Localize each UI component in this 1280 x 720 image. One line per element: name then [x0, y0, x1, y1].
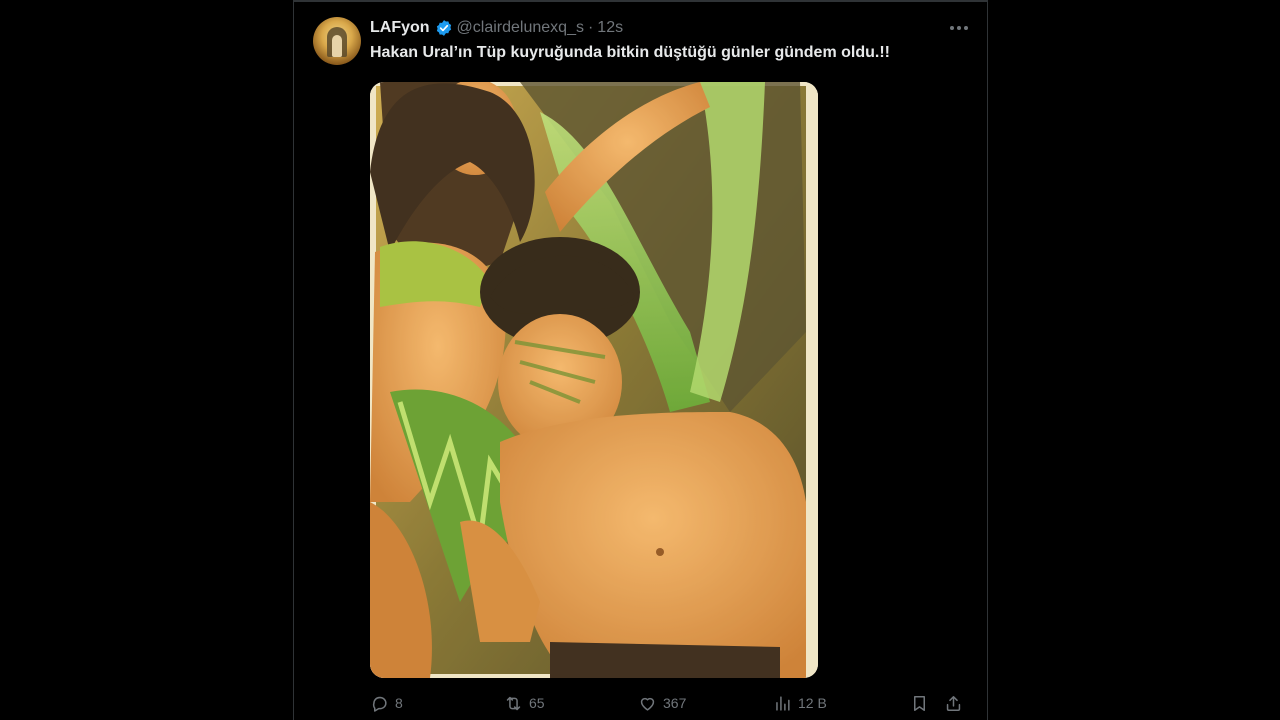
more-options-button[interactable]	[947, 18, 971, 38]
tweet-actions-bar: 8 65 367 12 B	[370, 690, 974, 716]
view-count: 12 B	[798, 695, 827, 711]
repost-button[interactable]: 65	[504, 690, 545, 716]
verified-badge-icon	[436, 20, 451, 36]
reply-bubble-icon	[372, 696, 387, 712]
reply-button[interactable]: 8	[370, 690, 403, 716]
bookmark-button[interactable]	[910, 690, 929, 716]
timeline-column: LAFyon @clairdelunexq_s · 12s Hakan Ural…	[293, 0, 988, 720]
share-button[interactable]	[944, 690, 963, 716]
tweet-header: LAFyon @clairdelunexq_s · 12s	[370, 17, 623, 39]
views-chart-icon	[776, 695, 790, 711]
more-dots-icon	[950, 26, 968, 30]
bookmark-icon	[913, 695, 926, 711]
photo-illustration	[370, 82, 818, 678]
share-upload-icon	[946, 695, 961, 711]
top-divider	[294, 0, 987, 2]
author-handle[interactable]: @clairdelunexq_s	[457, 19, 584, 37]
repost-count: 65	[529, 695, 545, 711]
tweet-media-photo[interactable]	[370, 82, 818, 678]
author-name[interactable]: LAFyon	[370, 19, 430, 37]
tweet-text: Hakan Ural’ın Tüp kuyruğunda bitkin düşt…	[370, 44, 890, 61]
avatar[interactable]	[313, 17, 361, 65]
tweet-timestamp[interactable]: 12s	[597, 19, 623, 37]
repost-arrows-icon	[506, 696, 521, 710]
like-count: 367	[663, 695, 687, 711]
views-button[interactable]: 12 B	[773, 690, 827, 716]
avatar-figure-shape	[332, 35, 342, 57]
heart-icon	[640, 697, 655, 711]
separator-dot: ·	[587, 19, 594, 36]
like-button[interactable]: 367	[638, 690, 686, 716]
reply-count: 8	[395, 695, 403, 711]
